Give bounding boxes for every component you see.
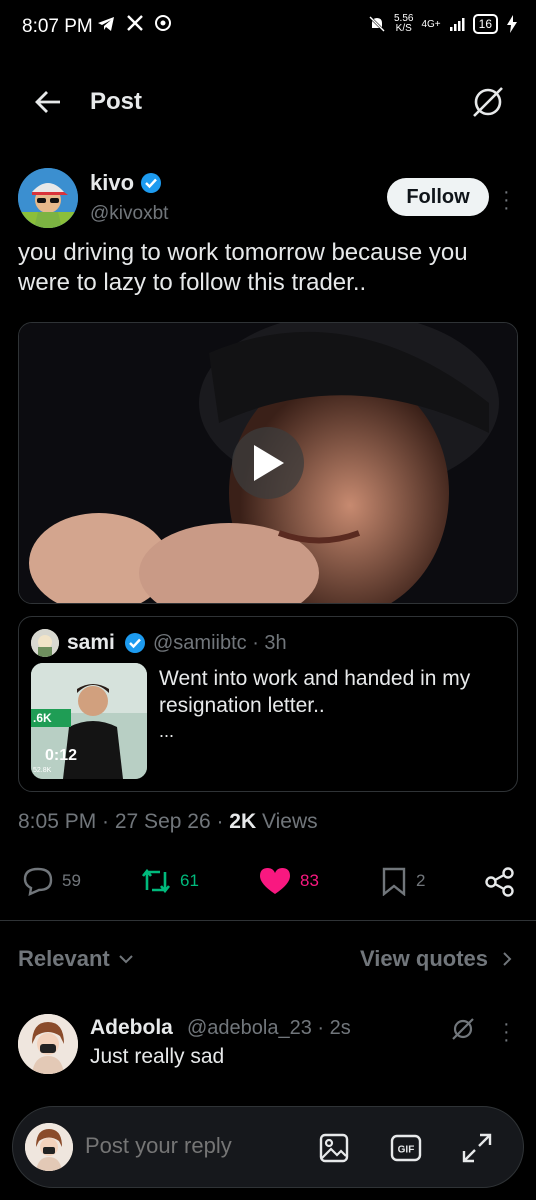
quote-author-handle: @samiibtc · 3h xyxy=(153,632,287,654)
post-text: you driving to work tomorrow because you… xyxy=(18,239,468,296)
comment-text: Just really sad xyxy=(90,1045,225,1068)
thumbnail-overlay-count: .6K xyxy=(33,711,52,725)
status-bar: 8:07 PM 5.56 K/S 4G+ 16 xyxy=(0,0,536,52)
view-quotes-link[interactable]: View quotes xyxy=(360,946,514,972)
reply-avatar-image xyxy=(25,1123,73,1171)
comment-more-options-icon[interactable]: · · · xyxy=(503,1014,510,1050)
comment-author-avatar[interactable] xyxy=(18,1014,78,1074)
video-player[interactable] xyxy=(18,322,518,604)
divider xyxy=(0,920,536,921)
bookmark-action[interactable]: 2 xyxy=(380,866,425,896)
notification-icons xyxy=(96,14,172,34)
thumbnail-overlay-views: 52.8K xyxy=(33,767,52,774)
chevron-down-icon xyxy=(119,955,133,964)
quote-text-ellipsis: ... xyxy=(159,721,175,741)
telegram-icon xyxy=(98,17,114,31)
repost-icon xyxy=(141,868,171,894)
net-speed: 5.56 K/S xyxy=(394,14,413,34)
expand-icon[interactable] xyxy=(461,1132,493,1164)
replies-sort-dropdown[interactable]: Relevant xyxy=(18,946,134,972)
battery-indicator: 16 xyxy=(472,14,498,34)
charging-bolt-icon xyxy=(507,15,517,33)
chevron-right-icon xyxy=(503,952,512,966)
quote-author-name: sami xyxy=(67,631,115,654)
more-options-icon[interactable]: · · · xyxy=(503,182,510,218)
author-avatar[interactable] xyxy=(18,168,78,228)
quote-author-avatar xyxy=(31,629,59,657)
quote-verified-badge-icon xyxy=(125,633,145,653)
bookmark-icon xyxy=(382,867,406,896)
quote-video-thumbnail[interactable]: .6K 0:12 52.8K xyxy=(31,663,147,779)
post-timestamp: 8:05 PM · 27 Sep 26 · xyxy=(18,810,230,833)
quoted-post-card[interactable]: sami @samiibtc · 3h .6K 0:12 52.8K Went … xyxy=(18,616,518,792)
verified-badge-icon xyxy=(141,173,161,193)
network-type: 4G+ xyxy=(421,18,441,30)
whatsapp-icon xyxy=(155,15,171,31)
top-app-bar: Post xyxy=(0,60,536,144)
quote-avatar-image xyxy=(31,629,59,657)
gif-icon[interactable]: GIF xyxy=(390,1132,422,1164)
author-handle[interactable]: @kivoxbt xyxy=(90,203,168,225)
video-duration: 0:12 xyxy=(45,747,78,764)
views-count: 2K xyxy=(229,810,257,833)
view-quotes-label: View quotes xyxy=(360,946,488,971)
author-name[interactable]: kivo xyxy=(90,170,134,196)
comment-grok-icon[interactable] xyxy=(450,1016,476,1042)
reply-icon xyxy=(23,867,53,896)
x-logo-icon xyxy=(127,15,143,31)
views-label: Views xyxy=(256,810,318,833)
play-button[interactable] xyxy=(232,427,304,499)
grok-icon[interactable] xyxy=(470,84,506,120)
net-speed-unit: K/S xyxy=(395,23,412,34)
comment-author-handle[interactable]: @adebola_23 · 2s xyxy=(187,1017,351,1040)
sort-label: Relevant xyxy=(18,946,110,971)
like-count: 83 xyxy=(300,871,319,890)
reply-action[interactable]: 59 xyxy=(22,866,81,896)
like-action[interactable]: 83 xyxy=(258,866,319,896)
reply-user-avatar xyxy=(25,1123,73,1171)
repost-action[interactable]: 61 xyxy=(140,866,199,896)
quote-text: Went into work and handed in my resignat… xyxy=(159,667,471,717)
status-right: 5.56 K/S 4G+ 16 xyxy=(368,14,518,34)
play-icon xyxy=(254,445,284,481)
post-meta: 8:05 PM · 27 Sep 26 · 2K Views xyxy=(18,810,318,834)
page-title: Post xyxy=(90,88,143,115)
signal-icon xyxy=(449,18,465,31)
share-action[interactable] xyxy=(484,866,516,898)
svg-text:GIF: GIF xyxy=(398,1145,415,1156)
share-icon xyxy=(485,867,514,897)
comment-author-name[interactable]: Adebola xyxy=(90,1016,173,1040)
heart-icon xyxy=(260,868,290,894)
reply-count: 59 xyxy=(62,871,81,890)
repost-count: 61 xyxy=(180,871,199,890)
bookmark-count: 2 xyxy=(416,871,426,890)
reply-composer-bar: GIF xyxy=(12,1106,524,1188)
reply-input[interactable] xyxy=(85,1133,305,1159)
back-arrow-icon[interactable] xyxy=(34,88,62,116)
post-actions: 59 61 83 2 xyxy=(0,858,536,906)
comment-avatar-image xyxy=(18,1014,78,1074)
mute-bell-icon xyxy=(369,16,385,32)
status-time: 8:07 PM xyxy=(22,16,93,37)
image-icon[interactable] xyxy=(318,1132,350,1164)
follow-button[interactable]: Follow xyxy=(387,178,489,216)
author-avatar-image xyxy=(18,168,78,228)
